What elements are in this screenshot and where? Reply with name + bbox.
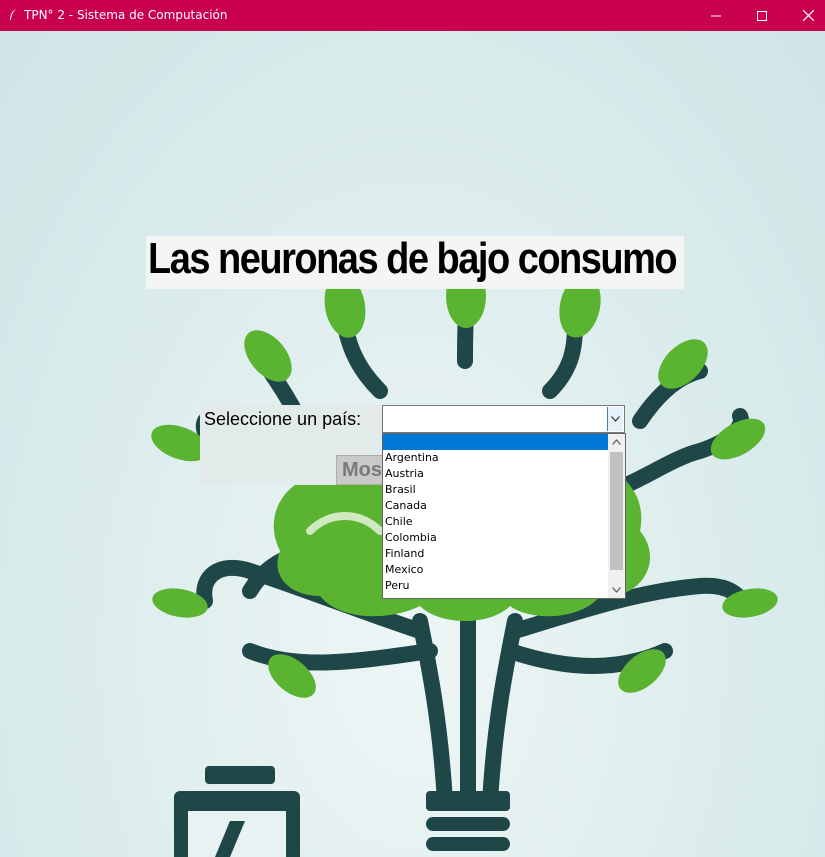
dropdown-option[interactable]: Peru xyxy=(383,578,609,594)
country-combobox[interactable] xyxy=(382,405,625,433)
page-headline: Las neuronas de bajo consumo xyxy=(146,236,684,289)
country-dropdown-list[interactable]: Argentina Austria Brasil Canada Chile Colombi… xyxy=(382,433,626,599)
dropdown-items: Argentina Austria Brasil Canada Chile Colombi… xyxy=(383,434,609,594)
minimize-button[interactable] xyxy=(693,0,739,31)
client-area: Las neuronas de bajo consumo Seleccione … xyxy=(0,31,825,857)
dropdown-option[interactable]: Colombia xyxy=(383,530,609,546)
window-title: TPN° 2 - Sistema de Computación xyxy=(24,8,228,22)
scroll-thumb[interactable] xyxy=(610,452,623,570)
close-icon xyxy=(802,10,814,21)
dropdown-option[interactable] xyxy=(383,434,609,450)
close-button[interactable] xyxy=(785,0,825,31)
dropdown-option[interactable]: Canada xyxy=(383,498,609,514)
maximize-icon xyxy=(757,10,767,21)
combobox-dropdown-button[interactable] xyxy=(607,407,623,431)
dropdown-option[interactable]: Austria xyxy=(383,466,609,482)
maximize-button[interactable] xyxy=(739,0,785,31)
scroll-up-button[interactable] xyxy=(608,434,625,450)
chevron-up-icon xyxy=(612,439,621,445)
dropdown-option[interactable]: Mexico xyxy=(383,562,609,578)
form-panel: Seleccione un país: Mostrar xyxy=(200,405,396,485)
chevron-down-icon xyxy=(611,416,620,422)
feather-icon xyxy=(10,9,16,20)
dropdown-option[interactable]: Argentina xyxy=(383,450,609,466)
dropdown-option[interactable]: Chile xyxy=(383,514,609,530)
scroll-down-button[interactable] xyxy=(608,582,625,598)
title-bar[interactable]: TPN° 2 - Sistema de Computación xyxy=(0,0,825,31)
minimize-icon xyxy=(711,15,721,16)
dropdown-option[interactable]: Brasil xyxy=(383,482,609,498)
dropdown-scrollbar[interactable] xyxy=(608,434,625,598)
dropdown-option[interactable]: Finland xyxy=(383,546,609,562)
chevron-down-icon xyxy=(612,587,621,593)
country-label: Seleccione un país: xyxy=(204,409,362,429)
